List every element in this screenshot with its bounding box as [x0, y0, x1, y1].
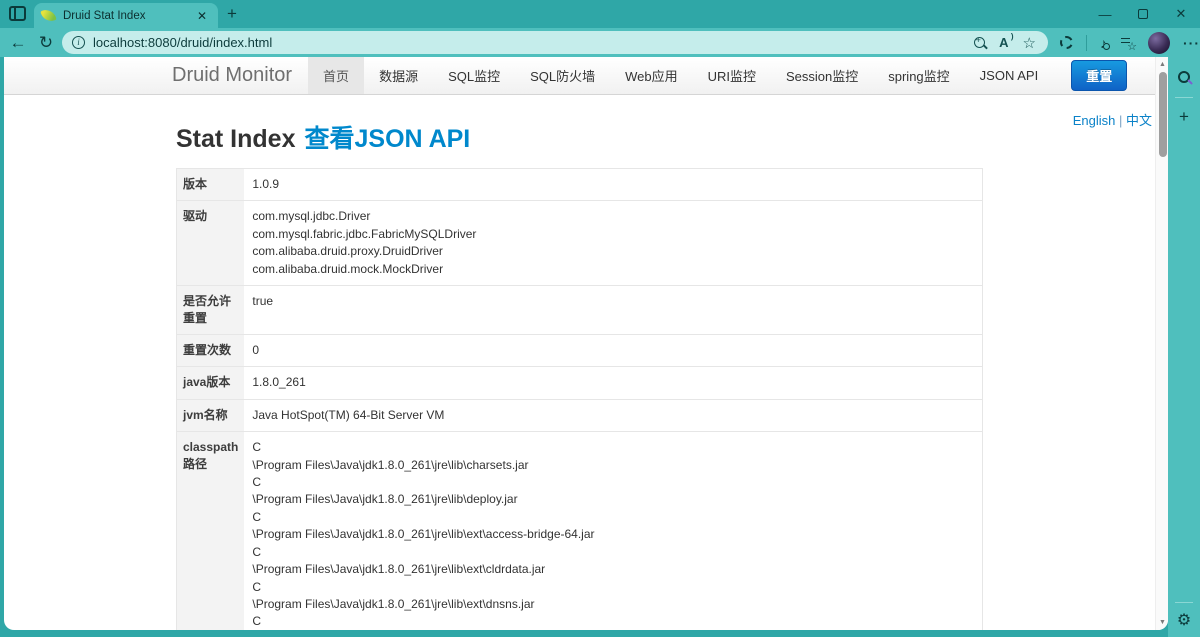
table-row: 版本 1.0.9 — [176, 168, 983, 201]
lang-separator: | — [1118, 113, 1123, 128]
profile-avatar[interactable] — [1148, 31, 1170, 54]
tab-title: Druid Stat Index — [63, 9, 146, 22]
lang-link-chinese[interactable]: 中文 — [1126, 113, 1152, 128]
table-row: 驱动 com.mysql.jdbc.Driver com.mysql.fabric.… — [176, 200, 983, 286]
row-value: 1.8.0_261 — [244, 366, 983, 400]
settings-gear-icon[interactable]: ⚙ — [1177, 610, 1191, 629]
nav-item[interactable]: spring监控 — [873, 57, 964, 94]
page-scrollbar[interactable]: ▲ ▼ — [1155, 57, 1168, 630]
nav-item[interactable]: JSON API — [965, 57, 1054, 94]
maximize-icon[interactable] — [1124, 7, 1162, 22]
browser-toolbar: ← ↻ i localhost:8080/druid/index.html A … — [0, 28, 1200, 57]
close-window-icon[interactable]: ✕ — [1162, 6, 1200, 22]
page-content: English | 中文 Stat Index 查看JSON API 版本 1.0.… — [4, 95, 1168, 630]
scrollbar-up-icon[interactable]: ▲ — [1156, 61, 1168, 68]
nav-item[interactable]: SQL监控 — [433, 57, 515, 94]
tab-bar: Druid Stat Index ✕ + — ✕ — [0, 0, 1200, 28]
window-controls: — ✕ — [1086, 0, 1200, 28]
url-text[interactable]: localhost:8080/druid/index.html — [93, 35, 974, 50]
row-value: Java HotSpot(TM) 64-Bit Server VM — [244, 399, 983, 432]
table-row: 重置次数 0 — [176, 334, 983, 367]
row-value: true — [244, 285, 983, 335]
stat-index-table: 版本 1.0.9 驱动 com.mysql.jdbc.Driver com.mysql.… — [176, 168, 983, 630]
media-extension-icon[interactable]: ♪ — [1100, 35, 1110, 51]
collections-icon[interactable] — [1120, 36, 1137, 53]
row-label: classpath 路径 — [176, 431, 245, 630]
language-switcher: English | 中文 — [1073, 110, 1152, 129]
page-title-text: Stat Index — [176, 125, 296, 153]
row-value: com.mysql.jdbc.Driver com.mysql.fabric.jd… — [244, 200, 983, 286]
row-value: 0 — [244, 334, 983, 367]
druid-navbar: Druid Monitor 首页 数据源 SQL监控 SQL防火墙 Web应用 URI监控… — [4, 57, 1168, 95]
sidebar-add-icon[interactable]: + — [1179, 107, 1189, 127]
browser-tab[interactable]: Druid Stat Index ✕ — [34, 3, 218, 28]
back-icon[interactable]: ← — [4, 33, 32, 53]
nav-item[interactable]: 首页 — [308, 57, 365, 94]
view-json-api-link[interactable]: 查看JSON API — [304, 125, 470, 153]
row-label: 是否允许 重置 — [176, 285, 245, 335]
table-row: classpath 路径 C \Program Files\Java\jdk1.8.… — [176, 431, 983, 630]
reset-button[interactable]: 重置 — [1071, 60, 1128, 91]
nav-item[interactable]: SQL防火墙 — [515, 57, 610, 94]
extension-cookie-icon[interactable] — [1060, 36, 1073, 49]
table-row: 是否允许 重置 true — [176, 285, 983, 335]
refresh-icon[interactable]: ↻ — [32, 33, 60, 53]
row-value: 1.0.9 — [244, 168, 983, 201]
scrollbar-thumb[interactable] — [1158, 72, 1167, 157]
page-viewport: Druid Monitor 首页 数据源 SQL监控 SQL防火墙 Web应用 URI监控… — [4, 57, 1168, 630]
zoom-icon[interactable] — [974, 35, 986, 48]
edge-sidebar: + ⚙ — [1168, 57, 1200, 637]
row-label: java版本 — [176, 366, 245, 400]
more-menu-icon[interactable]: ··· — [1183, 35, 1200, 51]
brand-title: Druid Monitor — [172, 64, 293, 86]
nav-item[interactable]: Session监控 — [771, 57, 873, 94]
minimize-icon[interactable]: — — [1086, 7, 1124, 22]
nav-menu: 首页 数据源 SQL监控 SQL防火墙 Web应用 URI监控 Session监控 sprin… — [308, 57, 1053, 94]
row-label: 重置次数 — [176, 334, 245, 367]
nav-item[interactable]: 数据源 — [364, 57, 433, 94]
favorite-star-icon[interactable]: ☆ — [1023, 34, 1036, 52]
address-bar[interactable]: i localhost:8080/druid/index.html A ☆ — [62, 31, 1048, 54]
toolbar-separator — [1086, 34, 1087, 51]
toolbar-extensions: ♪ ··· — [1060, 31, 1200, 54]
read-aloud-icon[interactable]: A — [999, 32, 1014, 50]
row-value: C \Program Files\Java\jdk1.8.0_261\jre\li… — [244, 431, 983, 630]
sidebar-divider — [1175, 97, 1193, 98]
new-tab-icon[interactable]: + — [227, 4, 237, 24]
site-info-icon[interactable]: i — [72, 36, 85, 49]
page-title: Stat Index 查看JSON API — [176, 119, 1168, 155]
close-tab-icon[interactable]: ✕ — [194, 9, 210, 23]
table-row: java版本 1.8.0_261 — [176, 366, 983, 400]
stat-table-body: 版本 1.0.9 驱动 com.mysql.jdbc.Driver com.mysql.… — [176, 168, 983, 630]
row-label: 驱动 — [176, 200, 245, 286]
tab-actions-icon[interactable] — [9, 6, 26, 21]
scrollbar-down-icon[interactable]: ▼ — [1156, 619, 1168, 626]
browser-window: Druid Stat Index ✕ + — ✕ ← ↻ i localhost… — [0, 0, 1200, 637]
nav-item[interactable]: Web应用 — [610, 57, 693, 94]
lang-link-english[interactable]: English — [1073, 113, 1116, 128]
druid-leaf-favicon-icon — [40, 7, 57, 24]
row-label: 版本 — [176, 168, 245, 201]
row-label: jvm名称 — [176, 399, 245, 432]
sidebar-divider-bottom — [1175, 602, 1193, 603]
sidebar-search-icon[interactable] — [1178, 71, 1190, 83]
table-row: jvm名称 Java HotSpot(TM) 64-Bit Server VM — [176, 399, 983, 432]
nav-item[interactable]: URI监控 — [693, 57, 771, 94]
